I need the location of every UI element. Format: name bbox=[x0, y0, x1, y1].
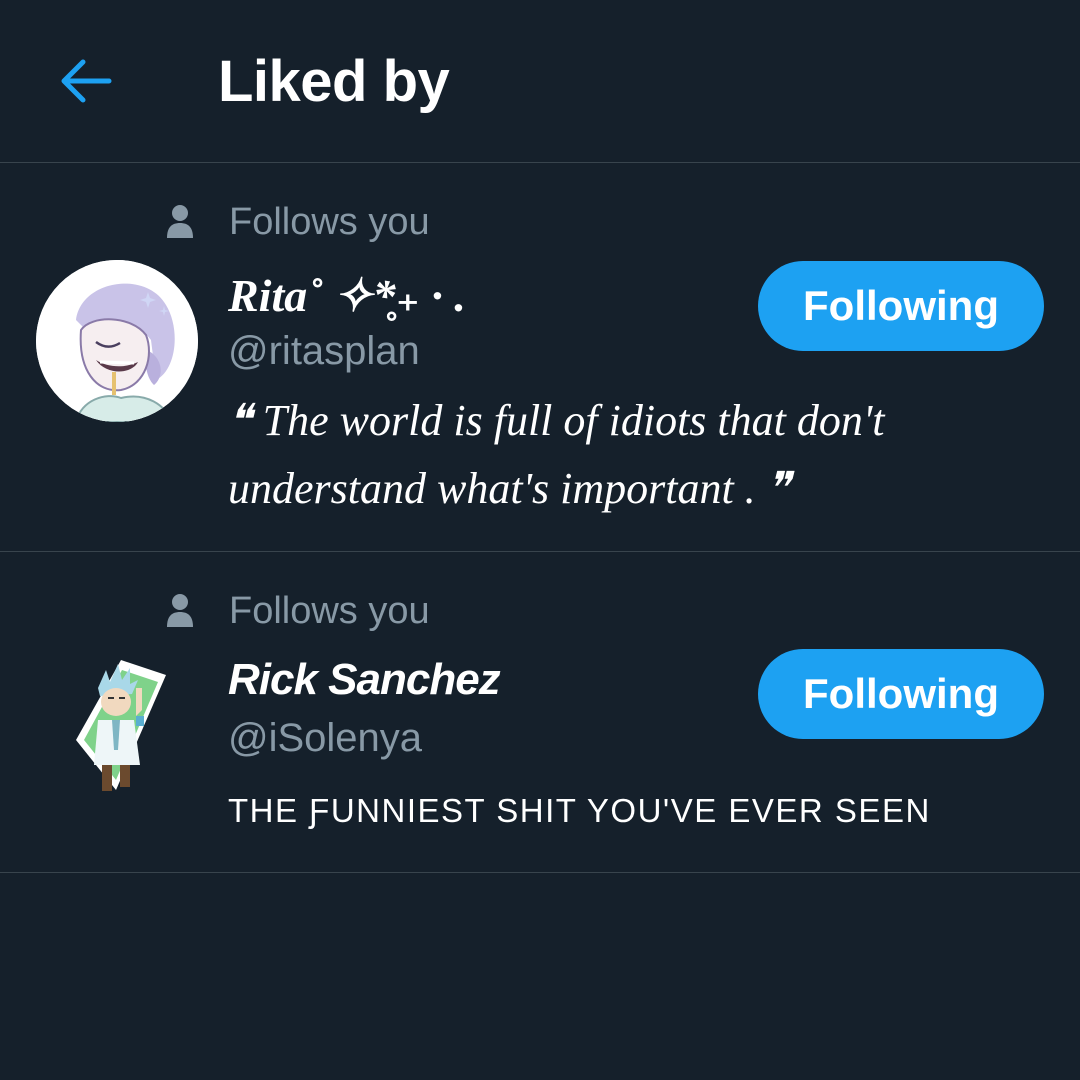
back-button[interactable] bbox=[50, 48, 120, 114]
avatar[interactable] bbox=[36, 650, 198, 812]
user-handle[interactable]: @ritasplan bbox=[228, 327, 420, 375]
user-row[interactable]: Follows you Rick Sanchez @iSolenya Follo… bbox=[0, 552, 1080, 873]
avatar-illustration bbox=[76, 660, 166, 791]
avatar-illustration bbox=[36, 260, 198, 422]
person-icon bbox=[167, 205, 193, 238]
following-button[interactable]: Following bbox=[758, 649, 1044, 739]
follows-you-label: Follows you bbox=[229, 201, 430, 243]
follows-you-label: Follows you bbox=[229, 590, 430, 632]
top-bar: Liked by bbox=[0, 0, 1080, 163]
following-button[interactable]: Following bbox=[758, 261, 1044, 351]
display-name[interactable]: Rick Sanchez bbox=[228, 652, 501, 708]
avatar[interactable] bbox=[36, 260, 198, 422]
arrow-left-icon bbox=[61, 59, 112, 103]
display-name[interactable]: Rita˚ ✧*̥₊ · . bbox=[228, 268, 466, 324]
follows-you-indicator: Follows you bbox=[166, 590, 430, 632]
user-bio: THE ƑUNNIEST SHIT YOU'VE EVER SEEN bbox=[228, 792, 931, 829]
user-handle[interactable]: @iSolenya bbox=[228, 714, 422, 762]
person-icon bbox=[167, 594, 193, 627]
user-row[interactable]: Follows you Rita˚ ✧*̥₊ · . @ritasplan Fo… bbox=[0, 163, 1080, 552]
user-bio: ❝ The world is full of idiots that don't… bbox=[228, 396, 885, 513]
follows-you-indicator: Follows you bbox=[166, 201, 430, 243]
page-title: Liked by bbox=[218, 49, 450, 114]
